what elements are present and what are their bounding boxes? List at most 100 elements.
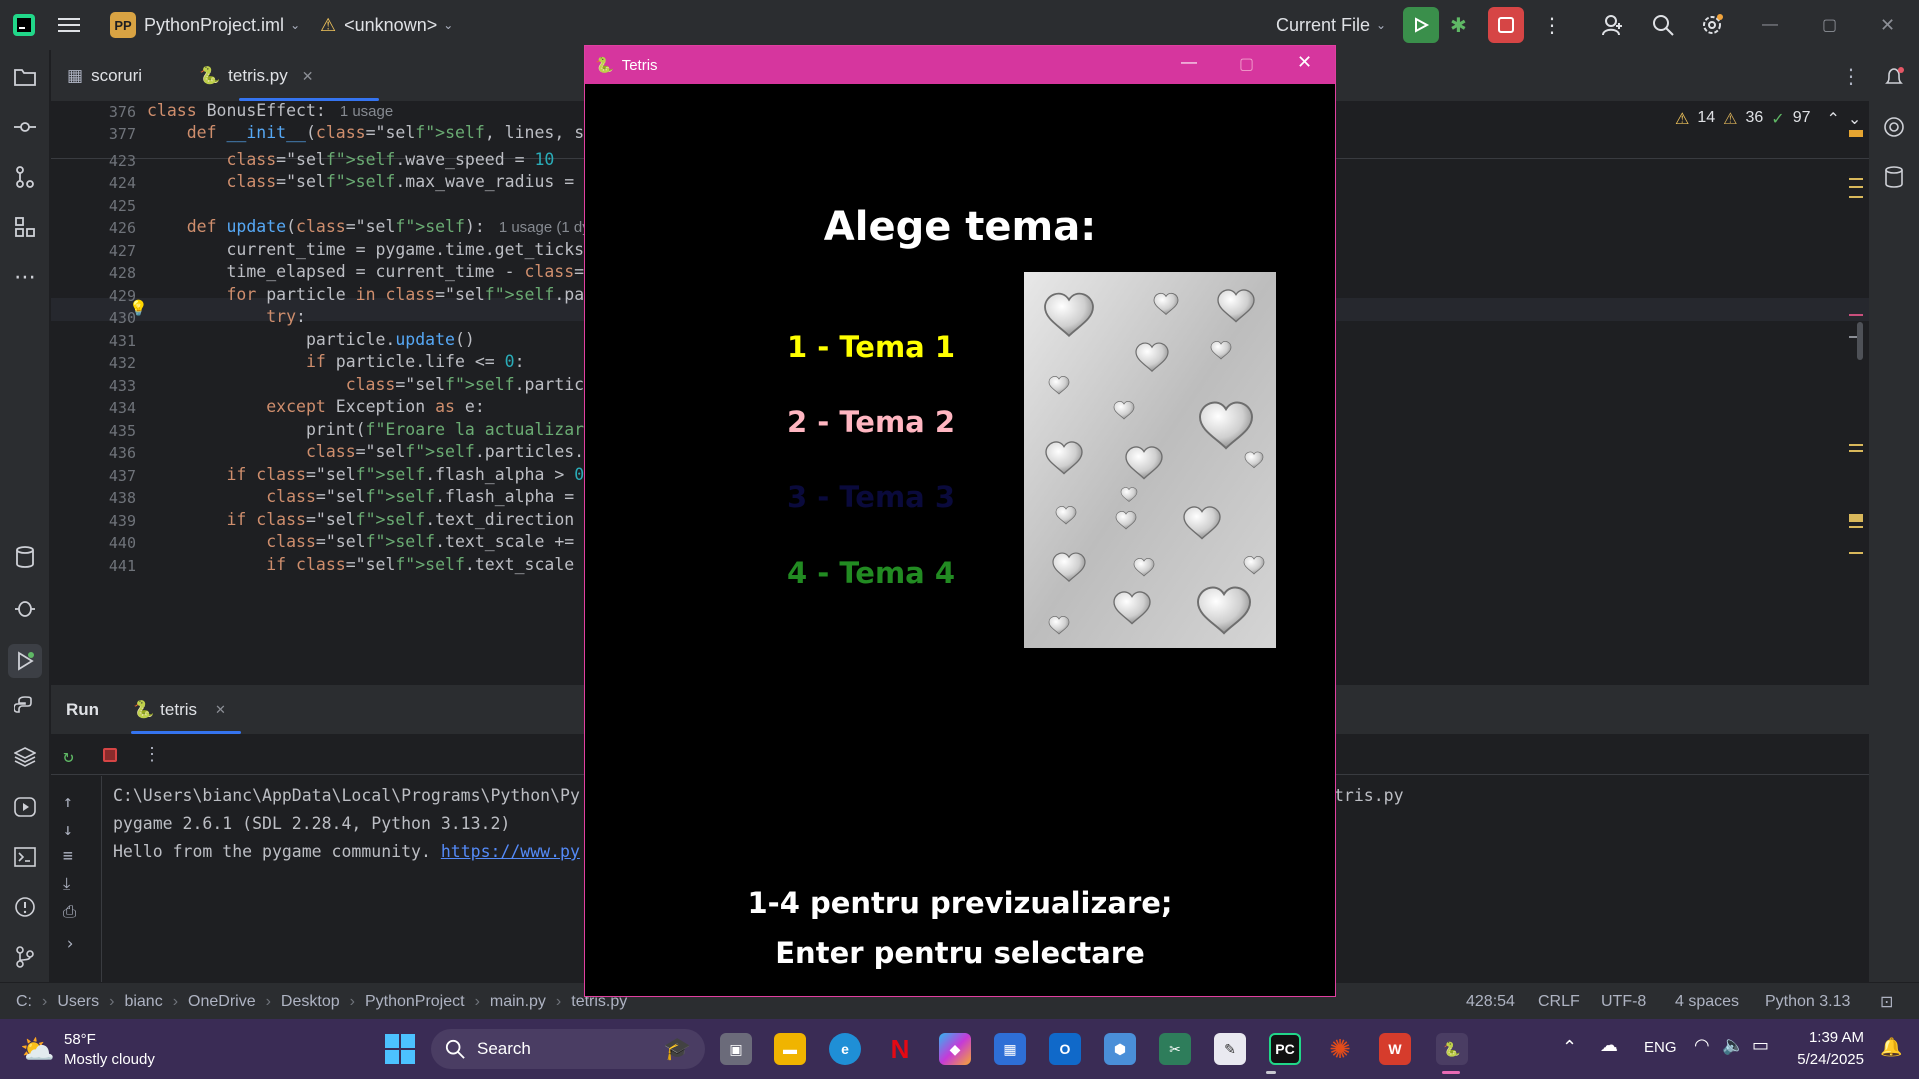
error-stripe[interactable] bbox=[1849, 128, 1865, 558]
line-number[interactable]: 438 bbox=[51, 489, 136, 507]
debug-button[interactable]: ✱ bbox=[1450, 0, 1467, 50]
line-number[interactable]: 432 bbox=[51, 354, 136, 372]
line-number[interactable]: 427 bbox=[51, 242, 136, 260]
line-number[interactable]: 377 bbox=[51, 125, 136, 143]
weather-cloud-icon[interactable]: ⛅ bbox=[20, 1033, 55, 1066]
file-explorer-icon[interactable]: ▬ bbox=[774, 1033, 806, 1065]
line-number[interactable]: 425 bbox=[51, 197, 136, 215]
breadcrumb-item[interactable]: OneDrive bbox=[188, 993, 256, 1011]
theme-option-4[interactable]: 4 - Tema 4 bbox=[771, 556, 971, 590]
python-console-icon[interactable] bbox=[12, 694, 38, 720]
caret-position[interactable]: 428:54 bbox=[1466, 983, 1515, 1020]
breadcrumb-item[interactable]: PythonProject bbox=[365, 993, 465, 1011]
structure-icon[interactable] bbox=[12, 214, 38, 240]
services-icon[interactable] bbox=[12, 794, 38, 820]
main-menu-icon[interactable] bbox=[58, 0, 80, 50]
theme-option-1[interactable]: 1 - Tema 1 bbox=[771, 330, 971, 364]
debug-bug-icon[interactable] bbox=[12, 594, 38, 620]
lock-icon[interactable]: ⊡ bbox=[1880, 983, 1893, 1020]
line-number[interactable]: 376 bbox=[51, 103, 136, 121]
outlook-icon[interactable]: O bbox=[1049, 1033, 1081, 1065]
tab-scoruri[interactable]: ▦ scoruri bbox=[67, 50, 142, 102]
line-number[interactable]: 433 bbox=[51, 377, 136, 395]
code-line[interactable]: try: bbox=[147, 307, 306, 326]
windows-start-icon[interactable] bbox=[384, 1033, 416, 1065]
task-view-icon[interactable]: ▣ bbox=[720, 1033, 752, 1065]
python-packages-icon[interactable] bbox=[12, 744, 38, 770]
scroll-down-icon[interactable]: ↓ bbox=[63, 820, 73, 839]
run-tab-tetris[interactable]: 🐍 tetris ✕ bbox=[133, 685, 226, 735]
code-line[interactable]: def update(class="self">self): 1 usage (1… bbox=[147, 217, 635, 236]
search-icon[interactable] bbox=[1652, 0, 1674, 50]
stop-button[interactable] bbox=[1488, 0, 1524, 50]
line-number[interactable]: 435 bbox=[51, 422, 136, 440]
scroll-up-icon[interactable]: ↑ bbox=[63, 792, 73, 811]
clock-date[interactable]: 5/24/2025 bbox=[1782, 1051, 1864, 1068]
line-number[interactable]: 428 bbox=[51, 264, 136, 282]
notifications-bell-icon[interactable] bbox=[1881, 64, 1907, 90]
volume-icon[interactable]: 🔈 bbox=[1722, 1035, 1744, 1056]
code-line[interactable]: if particle.life <= 0: bbox=[147, 352, 525, 371]
onedrive-cloud-icon[interactable]: ☁ bbox=[1600, 1035, 1618, 1056]
code-line[interactable]: print(f"Eroare la actualizar bbox=[147, 420, 584, 439]
indent-setting[interactable]: 4 spaces bbox=[1675, 983, 1739, 1020]
pycharm-logo-icon[interactable] bbox=[12, 0, 36, 50]
soft-wrap-icon[interactable]: ≡ bbox=[63, 846, 73, 865]
close-tab-icon[interactable]: ✕ bbox=[302, 68, 314, 85]
usage-hint[interactable]: 1 usage bbox=[340, 103, 393, 120]
code-line[interactable]: except Exception as e: bbox=[147, 397, 485, 416]
minimize-window-icon[interactable]: — bbox=[1181, 54, 1197, 72]
wps-office-icon[interactable]: W bbox=[1379, 1033, 1411, 1065]
rerun-icon[interactable]: ↻ bbox=[63, 746, 74, 767]
rerun-button[interactable] bbox=[1403, 0, 1439, 50]
scroll-to-end-icon[interactable]: ⤓ bbox=[63, 874, 70, 894]
code-with-me-icon[interactable] bbox=[1602, 0, 1624, 50]
battery-icon[interactable]: ▭ bbox=[1752, 1035, 1769, 1056]
more-tabs-icon[interactable]: ⋮ bbox=[1841, 50, 1861, 102]
game-title-bar[interactable]: 🐍 Tetris — ▢ ✕ bbox=[585, 46, 1335, 84]
theme-option-2[interactable]: 2 - Tema 2 bbox=[771, 405, 971, 439]
netflix-icon[interactable]: N bbox=[884, 1033, 916, 1065]
code-line[interactable]: current_time = pygame.time.get_ticks bbox=[147, 240, 584, 259]
chevron-up-icon[interactable]: ⌃ bbox=[1562, 1037, 1577, 1058]
line-number[interactable]: 437 bbox=[51, 467, 136, 485]
close-tab-icon[interactable]: ✕ bbox=[215, 702, 226, 718]
pycharm-icon[interactable]: PC bbox=[1269, 1033, 1301, 1065]
line-separator[interactable]: CRLF bbox=[1538, 983, 1580, 1020]
problems-icon[interactable] bbox=[12, 894, 38, 920]
database-icon[interactable] bbox=[1881, 164, 1907, 190]
wifi-icon[interactable]: ◠ bbox=[1694, 1035, 1710, 1056]
chevron-up-icon[interactable]: ⌃ bbox=[1826, 109, 1839, 129]
line-number[interactable]: 440 bbox=[51, 534, 136, 552]
code-line[interactable]: if class="self">self.text_direction == 1… bbox=[147, 510, 633, 529]
breadcrumb-item[interactable]: bianc bbox=[124, 993, 162, 1011]
database-icon[interactable] bbox=[12, 544, 38, 570]
theme-option-3[interactable]: 3 - Tema 3 bbox=[771, 480, 971, 514]
git-icon[interactable] bbox=[12, 944, 38, 970]
run-tool-icon[interactable] bbox=[8, 644, 42, 678]
line-number[interactable]: 431 bbox=[51, 332, 136, 350]
file-encoding[interactable]: UTF-8 bbox=[1601, 983, 1646, 1020]
line-number[interactable]: 436 bbox=[51, 444, 136, 462]
line-number[interactable]: 429 bbox=[51, 287, 136, 305]
weather-temp[interactable]: 58°F bbox=[64, 1031, 96, 1048]
search-box[interactable]: Search 🎓 bbox=[431, 1029, 705, 1069]
python-interpreter[interactable]: Python 3.13 bbox=[1765, 983, 1850, 1020]
breadcrumb-item[interactable]: main.py bbox=[490, 993, 546, 1011]
bulb-icon[interactable]: 💡 bbox=[129, 299, 148, 317]
expand-icon[interactable]: › bbox=[65, 934, 75, 953]
code-line[interactable]: class="self">self.wave_speed = 10 bbox=[147, 150, 554, 169]
code-line[interactable]: particle.update() bbox=[147, 330, 475, 349]
breadcrumb-item[interactable]: Desktop bbox=[281, 993, 340, 1011]
microsoft-store-icon[interactable]: ▦ bbox=[994, 1033, 1026, 1065]
wolf-app-icon[interactable]: ✺ bbox=[1324, 1033, 1356, 1065]
line-number[interactable]: 430 bbox=[51, 309, 136, 327]
edge-browser-icon[interactable]: e bbox=[829, 1033, 861, 1065]
more-actions-icon[interactable]: ⋮ bbox=[1542, 0, 1562, 50]
ai-assistant-icon[interactable] bbox=[1881, 114, 1907, 140]
copilot-icon[interactable]: ◆ bbox=[939, 1033, 971, 1065]
snipping-tool-icon[interactable]: ✂ bbox=[1159, 1033, 1191, 1065]
python-app-icon[interactable]: 🐍 bbox=[1436, 1033, 1468, 1065]
line-number[interactable]: 434 bbox=[51, 399, 136, 417]
breadcrumb-item[interactable]: C: bbox=[16, 993, 32, 1011]
